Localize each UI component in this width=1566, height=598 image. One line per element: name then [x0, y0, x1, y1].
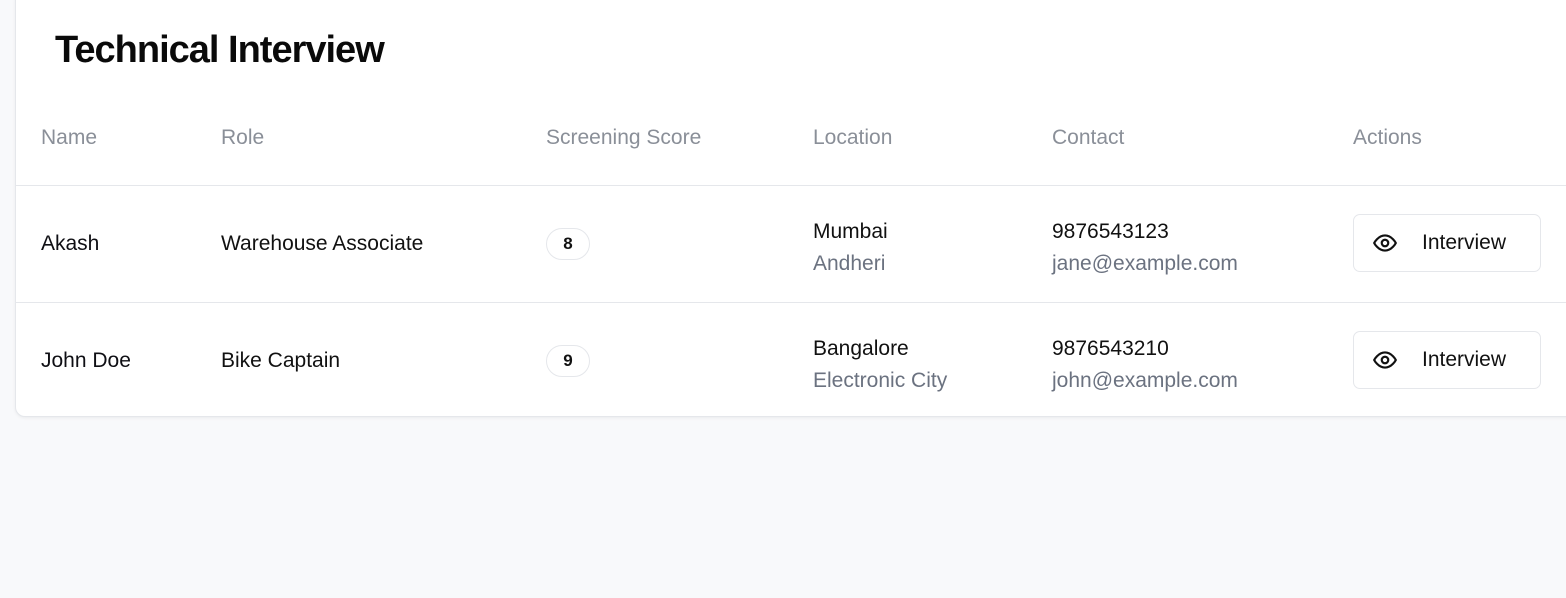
interview-button-label: Interview [1422, 348, 1507, 371]
column-header-contact[interactable]: Contact [1052, 126, 1124, 150]
location-city: Mumbai [813, 220, 888, 243]
candidate-name: Akash [41, 232, 100, 255]
interview-button[interactable]: Interview [1353, 214, 1541, 272]
candidate-location: Bangalore Electronic City [813, 333, 947, 397]
candidate-name: John Doe [41, 349, 131, 372]
table-row: Akash Warehouse Associate 8 Mumbai Andhe… [16, 186, 1566, 303]
candidate-role: Bike Captain [221, 349, 341, 372]
table-header: Name Role Screening Score Location Conta… [16, 100, 1566, 186]
column-header-location[interactable]: Location [813, 126, 892, 150]
table-row: John Doe Bike Captain 9 Bangalore Electr… [16, 303, 1566, 416]
contact-phone: 9876543123 [1052, 220, 1169, 243]
column-header-actions: Actions [1353, 126, 1422, 149]
candidate-contact: 9876543123 jane@example.com [1052, 216, 1238, 280]
screening-score-badge: 9 [546, 345, 590, 377]
candidate-role: Warehouse Associate [221, 232, 424, 255]
page-title: Technical Interview [55, 29, 385, 71]
location-city: Bangalore [813, 337, 909, 360]
location-area: Andheri [813, 252, 886, 275]
interview-button[interactable]: Interview [1353, 331, 1541, 389]
contact-email: jane@example.com [1052, 252, 1238, 275]
column-header-name[interactable]: Name [41, 126, 97, 150]
interview-button-label: Interview [1422, 231, 1507, 254]
eye-icon [1373, 351, 1397, 369]
column-header-role[interactable]: Role [221, 126, 264, 150]
candidate-contact: 9876543210 john@example.com [1052, 333, 1238, 397]
location-area: Electronic City [813, 369, 948, 392]
eye-icon [1373, 234, 1397, 252]
candidates-card: Technical Interview Name Role Screening … [15, 0, 1566, 417]
screening-score-badge: 8 [546, 228, 590, 260]
candidate-location: Mumbai Andheri [813, 216, 888, 280]
contact-phone: 9876543210 [1052, 337, 1169, 360]
column-header-screening-score[interactable]: Screening Score [546, 126, 701, 150]
contact-email: john@example.com [1052, 369, 1238, 392]
